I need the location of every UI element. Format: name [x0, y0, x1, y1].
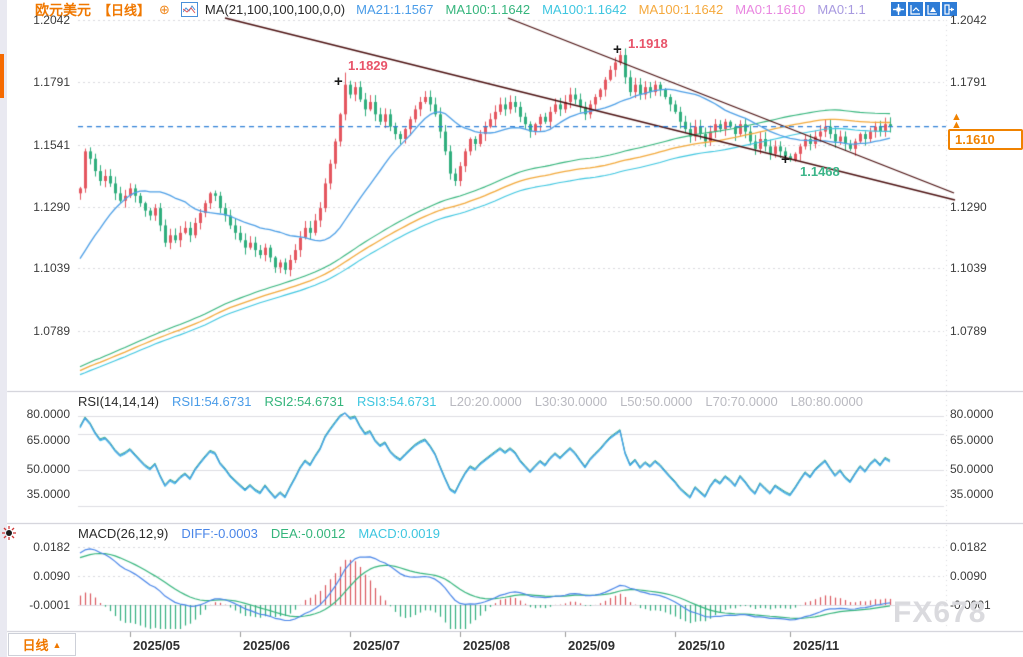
marker-cross-icon: + — [334, 75, 343, 89]
price-axis-label-right: 1.2042 — [950, 13, 987, 27]
macd-values: DIFF:-0.0003 DEA:-0.0012 MACD:0.0019 — [181, 526, 440, 541]
macd-axis-label-left: 0.0090 — [6, 569, 70, 583]
x-axis-month-label: 2025/11 — [793, 638, 839, 653]
ma-legend-item: MA21:1.1567 — [356, 2, 433, 17]
axis-scale-filled-icon[interactable] — [925, 2, 940, 16]
marker-cross-icon: + — [781, 153, 790, 167]
rsi-level-labels: L20:20.0000 L30:30.0000 L50:50.0000 L70:70.… — [449, 394, 862, 409]
trading-chart-window: 欧元美元 【日线】 ⊕ MA(21,100,100,100,0,0) MA21:… — [0, 0, 1023, 657]
price-axis-label-right: 1.0789 — [950, 324, 987, 338]
price-axis-label-left: 1.1541 — [6, 138, 70, 152]
price-up-arrow-icon: ▲▲ — [951, 113, 962, 129]
current-price-value: 1.1610 — [955, 132, 995, 147]
ma-legend-item: MA100:1.1642 — [639, 2, 724, 17]
left-strip-orange-marker — [0, 54, 4, 98]
price-axis-label-left: 1.1791 — [6, 75, 70, 89]
price-axis-label-left: 1.0789 — [6, 324, 70, 338]
watermark: FX678 — [893, 596, 986, 630]
rsi-level-label: L30:30.0000 — [535, 394, 607, 409]
price-axis-label-left: 1.2042 — [6, 13, 70, 27]
macd-value: DEA:-0.0012 — [271, 526, 345, 541]
settings-sun-icon[interactable] — [1, 525, 17, 541]
rsi-value: RSI3:54.6731 — [357, 394, 437, 409]
rsi-value: RSI1:54.6731 — [172, 394, 252, 409]
price-axis-label-left: 1.1290 — [6, 200, 70, 214]
price-axis-label-right: 1.1791 — [950, 75, 987, 89]
period-selector-button[interactable]: 日线 ▲ — [8, 633, 76, 656]
ma-legend-item: MA0:1.1610 — [735, 2, 805, 17]
indicator-chart-icon[interactable] — [181, 2, 198, 17]
rsi-values: RSI1:54.6731 RSI2:54.6731 RSI3:54.6731 — [172, 394, 437, 409]
x-axis-month-label: 2025/05 — [133, 638, 180, 653]
rsi-axis-label-right: 35.0000 — [950, 487, 993, 501]
price-axis-label-right: 1.1290 — [950, 200, 987, 214]
x-axis-month-label: 2025/10 — [678, 638, 725, 653]
macd-axis-label-left: 0.0182 — [6, 540, 70, 554]
rsi-axis-label-left: 80.0000 — [6, 407, 70, 421]
x-axis-month-label: 2025/08 — [463, 638, 510, 653]
period-selector-label: 日线 — [23, 635, 49, 654]
add-indicator-icon[interactable]: ⊕ — [159, 2, 170, 18]
rsi-axis-label-left: 65.0000 — [6, 433, 70, 447]
rsi-axis-label-left: 50.0000 — [6, 462, 70, 476]
ma-legend: MA21:1.1567 MA100:1.1642 MA100:1.1642 MA100… — [356, 2, 866, 17]
rsi-level-label: L50:50.0000 — [620, 394, 692, 409]
x-axis-month-label: 2025/09 — [568, 638, 615, 653]
chart-canvas[interactable] — [0, 0, 1023, 657]
rsi-axis-label-left: 35.0000 — [6, 487, 70, 501]
price-annotation: 1.1918 — [628, 36, 668, 51]
period-tag: 【日线】 — [98, 0, 150, 19]
crosshair-move-icon[interactable] — [891, 2, 906, 16]
macd-value: MACD:0.0019 — [358, 526, 440, 541]
ma-legend-item: MA0:1.1 — [817, 2, 865, 17]
rsi-header: RSI(14,14,14) RSI1:54.6731RSI2:54.6731RS… — [78, 394, 863, 409]
current-price-tag: 1.1610 — [948, 129, 1023, 150]
macd-title: MACD(26,12,9) — [78, 526, 168, 541]
period-up-arrow-icon: ▲ — [53, 640, 62, 650]
rsi-level-label: L20:20.0000 — [449, 394, 521, 409]
price-axis-label-left: 1.1039 — [6, 261, 70, 275]
price-annotation: 1.1468 — [800, 164, 840, 179]
chart-toolbar — [891, 2, 957, 16]
x-axis-month-label: 2025/07 — [353, 638, 400, 653]
x-axis-month-label: 2025/06 — [243, 638, 290, 653]
price-axis-label-right: 1.1039 — [950, 261, 987, 275]
macd-axis-label-right: 0.0182 — [950, 540, 987, 554]
ma-settings-label: MA(21,100,100,100,0,0) — [205, 2, 345, 17]
price-annotation: 1.1829 — [348, 58, 388, 73]
rsi-title: RSI(14,14,14) — [78, 394, 159, 409]
macd-header: MACD(26,12,9) DIFF:-0.0003 DEA:-0.0012 MAC… — [78, 526, 440, 541]
ma-legend-item: MA100:1.1642 — [445, 2, 530, 17]
rsi-axis-label-right: 65.0000 — [950, 433, 993, 447]
chart-header: 欧元美元 【日线】 ⊕ MA(21,100,100,100,0,0) MA21:… — [7, 0, 866, 19]
macd-axis-label-right: 0.0090 — [950, 569, 987, 583]
ma-legend-item: MA100:1.1642 — [542, 2, 627, 17]
rsi-level-label: L80:80.0000 — [791, 394, 863, 409]
rsi-axis-label-right: 50.0000 — [950, 462, 993, 476]
macd-value: DIFF:-0.0003 — [181, 526, 258, 541]
rsi-value: RSI2:54.6731 — [264, 394, 344, 409]
rsi-level-label: L70:70.0000 — [705, 394, 777, 409]
macd-axis-label-left: -0.0001 — [6, 598, 70, 612]
rsi-axis-label-right: 80.0000 — [950, 407, 993, 421]
axis-scale-icon[interactable] — [908, 2, 923, 16]
marker-cross-icon: + — [613, 43, 622, 57]
